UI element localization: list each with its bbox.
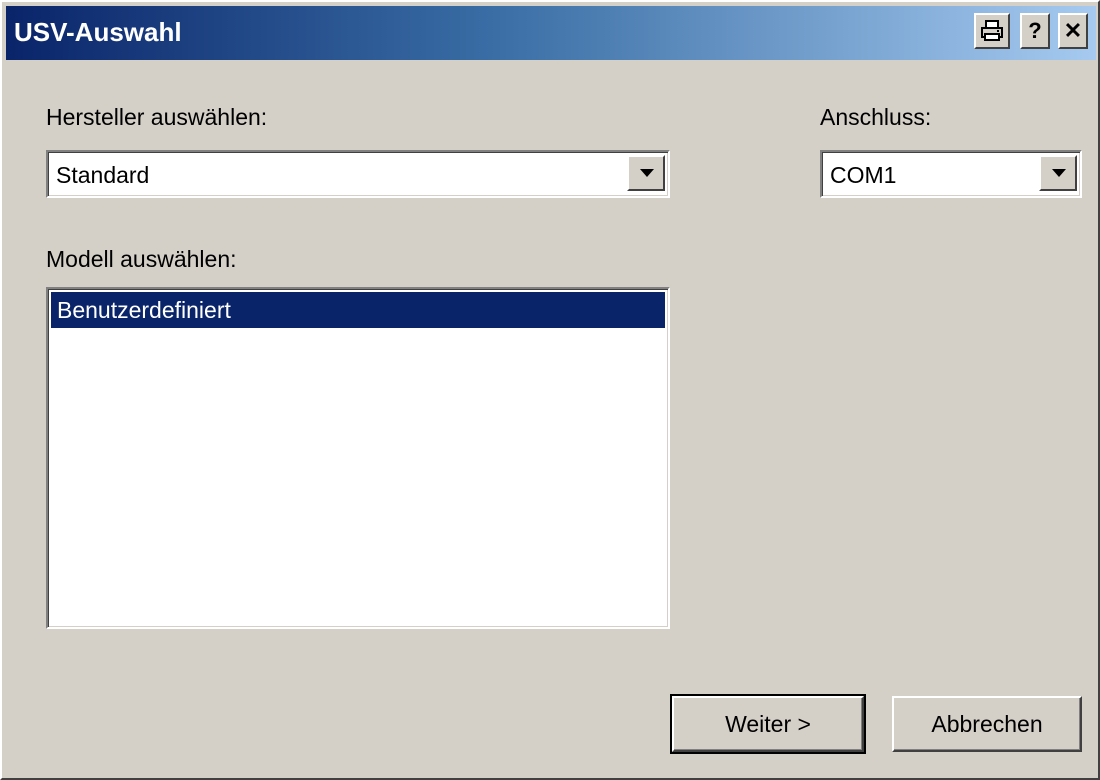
manufacturer-value: Standard — [56, 162, 150, 188]
next-button[interactable]: Weiter > — [670, 694, 866, 754]
print-button[interactable] — [974, 13, 1010, 49]
chevron-down-icon — [640, 169, 654, 177]
port-dropdown-button[interactable] — [1039, 155, 1077, 191]
help-button[interactable]: ? — [1020, 13, 1050, 49]
window-title: USV-Auswahl — [14, 17, 182, 47]
help-icon: ? — [1028, 18, 1042, 43]
dialog-window: USV-Auswahl ? ✕ Hersteller auswählen: St… — [0, 0, 1100, 780]
cancel-button[interactable]: Abbrechen — [892, 696, 1082, 752]
manufacturer-label: Hersteller auswählen: — [46, 104, 268, 130]
manufacturer-dropdown-button[interactable] — [627, 155, 665, 191]
port-value: COM1 — [830, 162, 897, 188]
chevron-down-icon — [1052, 169, 1066, 177]
manufacturer-select[interactable]: Standard — [46, 150, 670, 198]
model-listbox[interactable]: Benutzerdefiniert — [46, 287, 670, 629]
port-select[interactable]: COM1 — [820, 150, 1082, 198]
printer-icon — [981, 20, 1003, 41]
model-label: Modell auswählen: — [46, 246, 237, 272]
port-label: Anschluss: — [820, 104, 932, 130]
title-bar[interactable]: USV-Auswahl ? ✕ — [6, 6, 1096, 60]
close-button[interactable]: ✕ — [1058, 13, 1088, 49]
close-icon: ✕ — [1063, 18, 1083, 43]
list-item[interactable]: Benutzerdefiniert — [51, 292, 665, 328]
